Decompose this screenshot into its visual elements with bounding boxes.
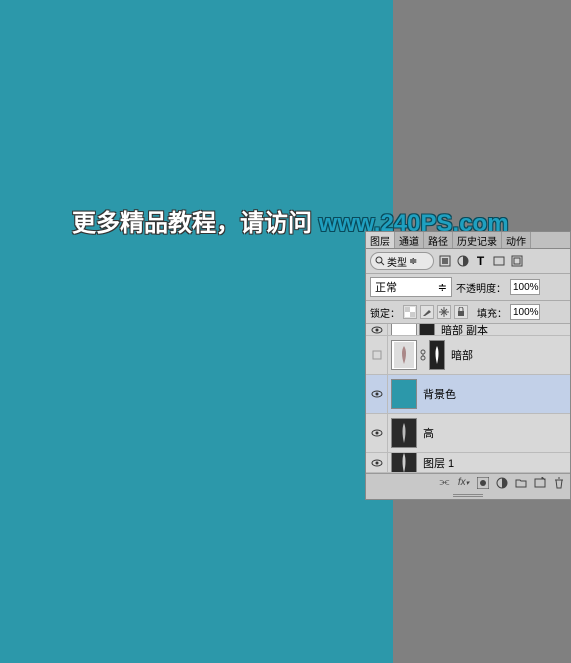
panel-footer: ⫘ fx▾ — [366, 473, 570, 491]
tab-history[interactable]: 历史记录 — [453, 232, 502, 248]
layer-name[interactable]: 背景色 — [417, 386, 456, 402]
lock-all-icon[interactable] — [454, 305, 468, 319]
layer-name[interactable]: 高 — [417, 425, 434, 441]
filter-shape-icon[interactable] — [491, 254, 506, 269]
lock-label: 锁定： — [370, 305, 400, 320]
layer-row[interactable]: 暗部 — [366, 336, 570, 375]
opacity-input[interactable]: 100% — [510, 279, 540, 295]
layer-row[interactable]: 高 — [366, 414, 570, 453]
add-mask-icon[interactable] — [475, 475, 490, 490]
eye-icon — [371, 457, 383, 469]
filter-text-icon[interactable]: T — [473, 254, 488, 269]
filter-smart-icon[interactable] — [509, 254, 524, 269]
layer-row[interactable]: 暗部 副本 — [366, 324, 570, 336]
tab-paths[interactable]: 路径 — [424, 232, 453, 248]
opacity-label: 不透明度： — [456, 280, 506, 295]
eye-icon — [371, 324, 383, 336]
visibility-toggle[interactable] — [366, 324, 388, 335]
layer-name[interactable]: 图层 1 — [417, 455, 454, 471]
layer-name[interactable]: 暗部 副本 — [435, 324, 488, 336]
blend-mode-select[interactable]: 正常 ≑ — [370, 277, 452, 297]
new-fill-icon[interactable] — [494, 475, 509, 490]
delete-layer-icon[interactable] — [551, 475, 566, 490]
tab-layers[interactable]: 图层 — [366, 232, 395, 248]
eye-icon — [371, 388, 383, 400]
watermark-text: 更多精品教程，请访问 — [72, 210, 319, 237]
tab-actions[interactable]: 动作 — [502, 232, 531, 248]
lock-row: 锁定： 填充： 100% — [366, 301, 570, 324]
dropdown-arrow-icon: ≑ — [409, 256, 417, 267]
layer-thumbnail[interactable] — [391, 340, 417, 370]
visibility-toggle[interactable] — [366, 414, 388, 452]
layers-panel: 图层 通道 路径 历史记录 动作 类型 ≑ T 正常 ≑ 不透明度： 100% … — [365, 231, 571, 500]
link-icon — [419, 348, 427, 362]
layer-thumbnail[interactable] — [391, 324, 417, 336]
layer-list: 暗部 副本 暗部 背景色 — [366, 324, 570, 473]
fx-icon[interactable]: fx▾ — [456, 475, 471, 490]
canvas-area[interactable] — [0, 0, 393, 663]
layer-mask-thumbnail[interactable] — [429, 340, 445, 370]
filter-kind-select[interactable]: 类型 ≑ — [370, 252, 434, 270]
panel-tabs: 图层 通道 路径 历史记录 动作 — [366, 232, 570, 249]
layer-row[interactable]: 背景色 — [366, 375, 570, 414]
visibility-off-icon — [372, 350, 382, 360]
fill-label: 填充： — [477, 305, 507, 320]
link-layers-icon[interactable]: ⫘ — [437, 475, 452, 490]
visibility-toggle[interactable] — [366, 336, 388, 374]
fill-input[interactable]: 100% — [510, 304, 540, 320]
dropdown-arrow-icon: ≑ — [438, 281, 447, 294]
filter-pixel-icon[interactable] — [437, 254, 452, 269]
lock-position-icon[interactable] — [437, 305, 451, 319]
layer-thumbnail[interactable] — [391, 418, 417, 448]
lock-pixels-icon[interactable] — [420, 305, 434, 319]
new-group-icon[interactable] — [513, 475, 528, 490]
search-icon — [375, 256, 385, 266]
lock-transparency-icon[interactable] — [403, 305, 417, 319]
grip-lines-icon — [453, 494, 483, 497]
layer-row[interactable]: 图层 1 — [366, 453, 570, 473]
eye-icon — [371, 427, 383, 439]
layer-mask-thumbnail[interactable] — [419, 324, 435, 336]
visibility-toggle[interactable] — [366, 453, 388, 472]
blend-mode-value: 正常 — [375, 279, 397, 295]
new-layer-icon[interactable] — [532, 475, 547, 490]
panel-resize-grip[interactable] — [366, 491, 570, 499]
layer-thumbnail[interactable] — [391, 453, 417, 473]
layer-name[interactable]: 暗部 — [445, 347, 473, 363]
filter-row: 类型 ≑ T — [366, 249, 570, 274]
visibility-toggle[interactable] — [366, 375, 388, 413]
blend-row: 正常 ≑ 不透明度： 100% — [366, 274, 570, 301]
filter-adjust-icon[interactable] — [455, 254, 470, 269]
tab-channels[interactable]: 通道 — [395, 232, 424, 248]
layer-thumbnail[interactable] — [391, 379, 417, 409]
filter-kind-label: 类型 — [387, 254, 407, 269]
